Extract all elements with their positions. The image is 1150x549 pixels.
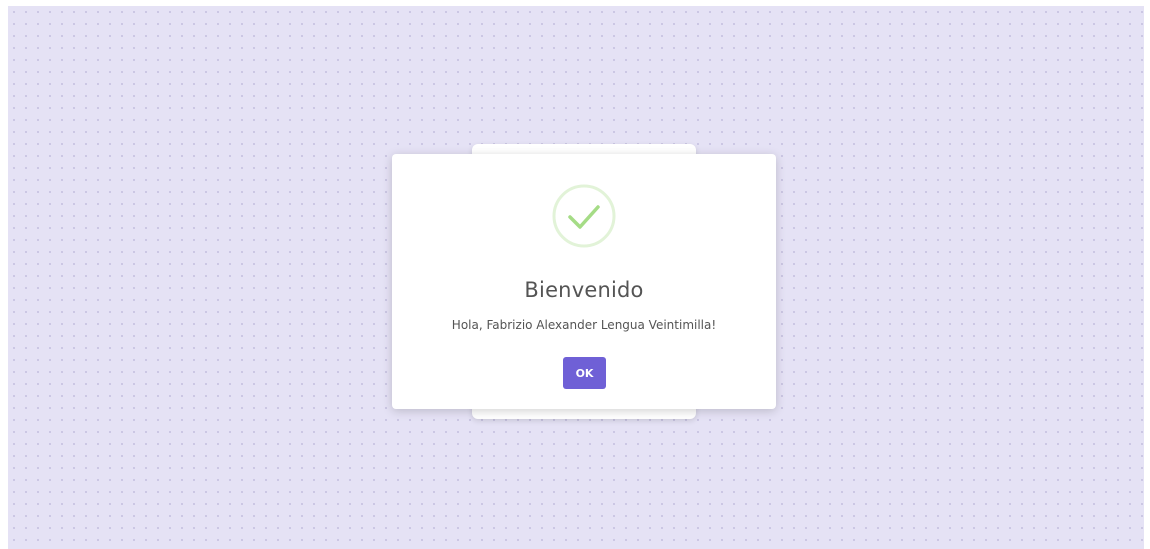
success-check-icon: [552, 184, 616, 248]
page-background: Bienvenido Hola, Fabrizio Alexander Leng…: [8, 6, 1144, 549]
welcome-dialog: Bienvenido Hola, Fabrizio Alexander Leng…: [392, 154, 776, 409]
dialog-message: Hola, Fabrizio Alexander Lengua Veintimi…: [451, 318, 717, 332]
dialog-title: Bienvenido: [524, 278, 644, 302]
ok-button[interactable]: OK: [563, 357, 606, 389]
